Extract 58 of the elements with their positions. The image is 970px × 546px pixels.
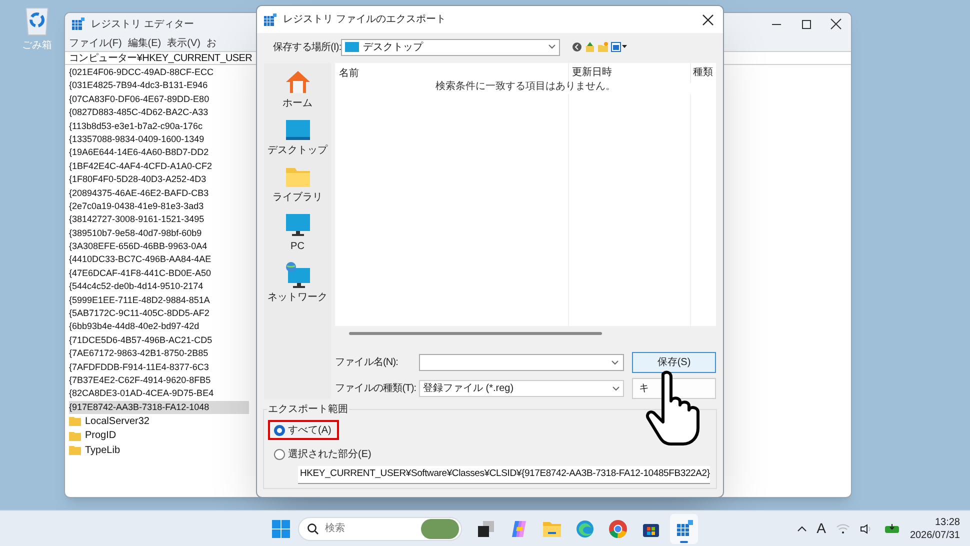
tree-item[interactable]: {71DCE5D6-4B57-496B-AC21-CD5 [69, 334, 249, 348]
filename-label: ファイル名(N): [335, 356, 400, 370]
tree-item[interactable]: ProgID [85, 428, 116, 444]
tree-item[interactable]: {19A6E644-14E6-4A60-B8D7-DD2 [69, 146, 249, 160]
tree-item[interactable]: {7B37E4E2-C62F-4914-9620-8FB5 [69, 374, 249, 388]
tree-item[interactable]: {38142727-3008-9161-1521-3495 [69, 213, 249, 227]
save-button[interactable]: 保存(S) [632, 352, 716, 373]
tree-item[interactable]: {5AB7172C-9C11-405C-8DD5-AF2 [69, 307, 249, 320]
radio-label: 選択された部分(E) [288, 448, 372, 462]
branch-field[interactable]: HKEY_CURRENT_USER¥Software¥Classes¥CLSID¥{917E8742-AA3B-7318-FA12-10485FB322A2} [298, 466, 710, 484]
desktop-icon-label: ごみ箱 [22, 39, 52, 53]
menu-item[interactable]: 表示(V) [167, 36, 200, 50]
place-label[interactable]: デスクトップ [268, 143, 328, 158]
place-label[interactable]: ネットワーク [268, 290, 328, 305]
menu-item[interactable]: 編集(E) [128, 36, 162, 50]
tree-item[interactable]: {13357088-9834-0409-1600-1349 [69, 132, 249, 146]
clock-time[interactable]: 13:28 [934, 516, 960, 528]
address-bar[interactable]: コンピューター¥HKEY_CURRENT_USER [69, 50, 252, 66]
filetype-label: ファイルの種類(T): [335, 382, 417, 396]
tree-item[interactable]: LocalServer32 [85, 414, 150, 429]
tree-item[interactable]: {1F80F4F0-5D28-40D3-A252-4D3 [69, 173, 249, 187]
clock-date[interactable]: 2026/07/31 [910, 528, 960, 542]
tree-item[interactable]: {113b8d53-e3e1-b7a2-c90a-176c [69, 120, 249, 133]
place-label[interactable]: ライブラリ [272, 190, 322, 205]
dialog-title: レジストリ ファイルのエクスポート [283, 13, 446, 27]
tree-item[interactable]: {47E6DCAF-41F8-441C-BD0E-A50 [69, 266, 249, 280]
tree-item[interactable]: {3A308EFE-656D-46BB-9963-0A4 [69, 240, 249, 254]
column-header[interactable]: 更新日時 [568, 63, 690, 83]
ime-indicator[interactable]: A [816, 518, 826, 539]
tree-item[interactable]: {389510b7-9e58-40d7-98bf-60b9 [69, 226, 249, 240]
location-label: 保存する場所(I): [273, 40, 339, 54]
tree-item[interactable]: {82CA8DE3-01AD-4CEA-9D75-BE4 [69, 387, 249, 401]
tree-item[interactable]: {544c4c52-de0b-4d14-9510-2174 [69, 280, 249, 294]
tree-item[interactable]: {021E4F06-9DCC-49AD-88CF-ECC [69, 66, 249, 80]
tree-item[interactable]: {7AE67172-9863-42B1-8750-2B85 [69, 347, 249, 361]
tree-item[interactable]: {20894375-46AE-46E2-BAFD-CB3 [69, 186, 249, 200]
tree-item[interactable]: {07CA83F0-DF06-4E67-89DD-E80 [69, 92, 249, 106]
radio-label: すべて(A) [288, 424, 332, 438]
window-title: レジストリ エディター [91, 18, 194, 32]
search-field[interactable]: 検索 [298, 516, 462, 540]
place-label[interactable]: ホーム [282, 96, 312, 111]
menu-item[interactable]: お [206, 36, 216, 50]
filetype-dropdown[interactable]: 登録ファイル (*.reg) [419, 380, 624, 397]
tree-item[interactable]: {1BF42E4C-4AF4-4CFD-A1A0-CF2 [69, 160, 249, 174]
tree-item[interactable]: {7AFDFDDB-F914-11E4-8377-6C3 [69, 360, 249, 374]
place-label[interactable]: PC [290, 239, 304, 254]
tree-item[interactable]: TypeLib [85, 442, 120, 458]
tree-item[interactable]: {5999E1EE-711E-48D2-9884-851A [69, 294, 249, 308]
tree-item[interactable]: {4410DC33-BC7C-496B-AA84-4AE [69, 253, 249, 267]
column-header[interactable]: 種類 [690, 63, 716, 83]
location-dropdown[interactable]: デスクトップ [341, 38, 560, 56]
tree-item[interactable]: {917E8742-AA3B-7318-FA12-1048 [69, 400, 249, 414]
tree-item[interactable]: {0827D883-485C-4D62-BA2C-A33 [69, 106, 249, 120]
tree-item[interactable]: {2e7c0a19-0438-41e9-81e3-3ad3 [69, 200, 249, 214]
menu-item[interactable]: ファイル(F) [69, 36, 122, 50]
column-header[interactable]: 名前 [335, 66, 568, 80]
tree-item[interactable]: {6bb93b4e-44d8-40e2-bd97-42d [69, 320, 249, 334]
tree-item[interactable]: {031E4825-7B94-4dc3-B131-E946 [69, 79, 249, 93]
